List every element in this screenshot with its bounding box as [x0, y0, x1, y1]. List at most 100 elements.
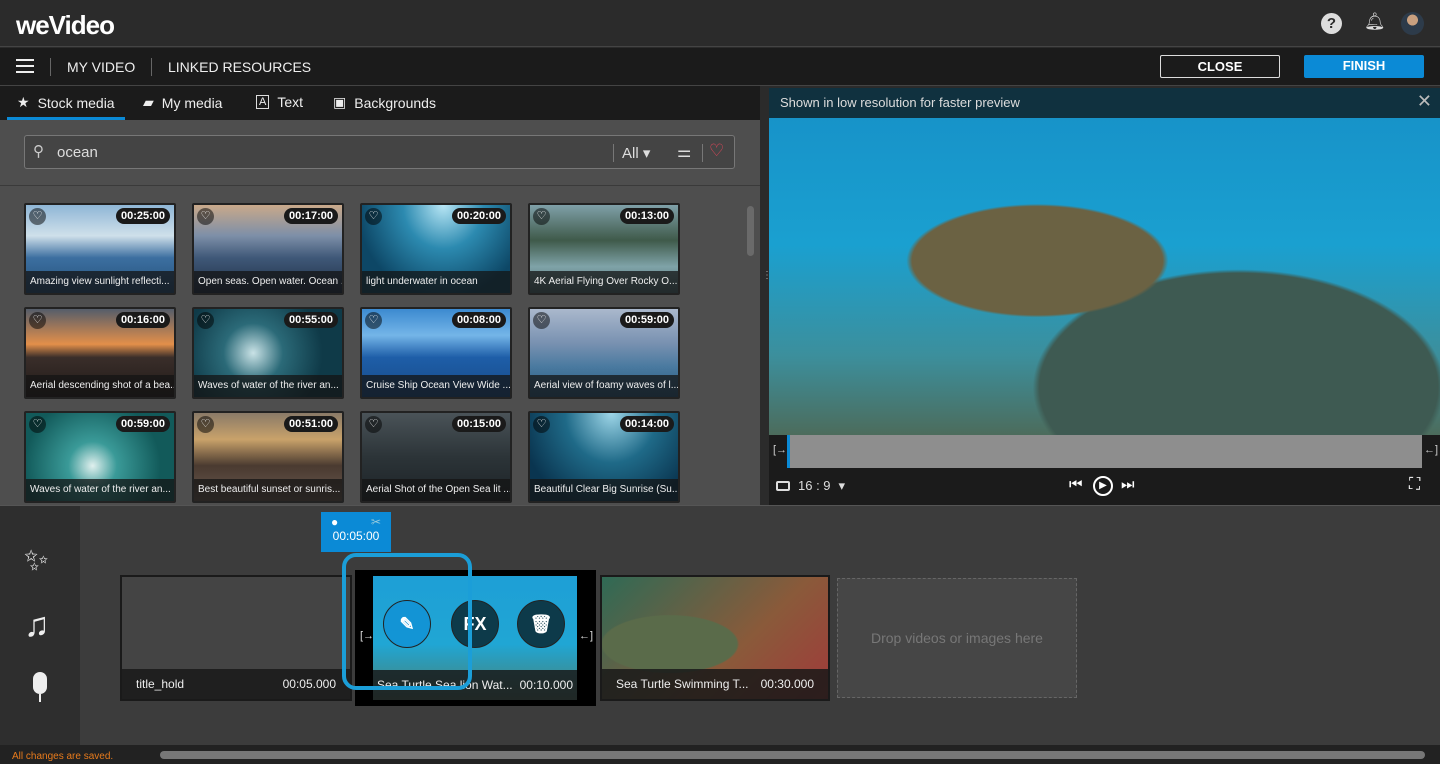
- heart-icon[interactable]: ♡: [365, 416, 382, 433]
- notice-text: Shown in low resolution for faster previ…: [780, 95, 1020, 110]
- wevideo-logo[interactable]: weVideo: [16, 10, 115, 41]
- media-thumbnail[interactable]: ♡ 00:25:00 Amazing view sunlight reflecti.…: [24, 203, 176, 295]
- media-title: Waves of water of the river an...: [194, 375, 342, 397]
- heart-icon[interactable]: ♡: [365, 208, 382, 225]
- duration-badge: 00:59:00: [619, 312, 674, 328]
- divider: [702, 144, 703, 162]
- clip-label: title_hold 00:05.000: [122, 669, 350, 699]
- favorites-heart-icon[interactable]: ♡: [709, 141, 724, 161]
- linked-resources-link[interactable]: LINKED RESOURCES: [168, 59, 311, 75]
- timeline-clip[interactable]: title_hold 00:05.000: [120, 575, 352, 701]
- panel-resize-handle[interactable]: ⋮: [762, 270, 772, 281]
- tab-stock-media[interactable]: ★ Stock media: [17, 94, 115, 111]
- duration-badge: 00:08:00: [451, 312, 506, 328]
- media-title: light underwater in ocean: [362, 271, 510, 293]
- media-thumbnail[interactable]: ♡ 00:59:00 Aerial view of foamy waves of l…: [528, 307, 680, 399]
- status-bar: All changes are saved.: [0, 745, 1440, 764]
- my-video-link[interactable]: MY VIDEO: [67, 59, 135, 75]
- duration-badge: 00:55:00: [283, 312, 338, 328]
- heart-icon[interactable]: ♡: [533, 208, 550, 225]
- media-thumbnail[interactable]: ♡ 00:17:00 Open seas. Open water. Ocean ..…: [192, 203, 344, 295]
- close-icon[interactable]: ✕: [1417, 91, 1432, 112]
- search-icon: ⚲: [33, 143, 44, 160]
- tab-my-media[interactable]: ▰ My media: [143, 94, 222, 111]
- heart-icon[interactable]: ♡: [29, 208, 46, 225]
- microphone-icon[interactable]: [30, 672, 50, 706]
- media-thumbnail[interactable]: ♡ 00:20:00 light underwater in ocean: [360, 203, 512, 295]
- heart-icon[interactable]: ♡: [365, 312, 382, 329]
- top-bar: weVideo ? 🔔︎: [0, 0, 1440, 47]
- media-title: Amazing view sunlight reflecti...: [26, 271, 174, 293]
- duration-badge: 00:51:00: [283, 416, 338, 432]
- media-thumbnail[interactable]: ♡ 00:14:00 Beautiful Clear Big Sunrise (Su…: [528, 411, 680, 503]
- nav-bar: MY VIDEO LINKED RESOURCES CLOSE FINISH: [0, 48, 1440, 86]
- duration-badge: 00:20:00: [451, 208, 506, 224]
- video-preview[interactable]: [769, 118, 1440, 435]
- preview-notice: Shown in low resolution for faster previ…: [769, 88, 1440, 118]
- heart-icon[interactable]: ♡: [29, 416, 46, 433]
- hamburger-menu-icon[interactable]: [16, 59, 34, 73]
- aspect-value: 16 : 9: [798, 478, 831, 493]
- heart-icon[interactable]: ♡: [197, 312, 214, 329]
- tab-text[interactable]: A Text: [256, 94, 303, 110]
- tab-label: Stock media: [37, 94, 115, 111]
- heart-icon[interactable]: ♡: [197, 416, 214, 433]
- timeline-scrollbar[interactable]: [160, 751, 1425, 759]
- media-thumbnail[interactable]: ♡ 00:08:00 Cruise Ship Ocean View Wide ...: [360, 307, 512, 399]
- playhead[interactable]: [787, 435, 790, 468]
- media-thumbnail[interactable]: ♡ 00:15:00 Aerial Shot of the Open Sea lit…: [360, 411, 512, 503]
- help-icon[interactable]: ?: [1321, 13, 1342, 34]
- media-title: Beautiful Clear Big Sunrise (Su...: [530, 479, 678, 501]
- clip-label: Sea Turtle Swimming T... 00:30.000: [602, 669, 828, 699]
- tab-backgrounds[interactable]: ▣ Backgrounds: [333, 94, 436, 111]
- heart-icon[interactable]: ♡: [533, 312, 550, 329]
- timeline-clip[interactable]: Sea Turtle Swimming T... 00:30.000: [600, 575, 830, 701]
- playhead-marker[interactable]: ● ✂ 00:05:00: [321, 512, 391, 552]
- media-thumbnail[interactable]: ♡ 00:51:00 Best beautiful sunset or sunris…: [192, 411, 344, 503]
- avatar[interactable]: [1401, 12, 1424, 35]
- aspect-ratio-dropdown[interactable]: 16 : 9 ▾: [776, 478, 845, 494]
- magic-wand-icon[interactable]: ✨︎: [24, 544, 49, 578]
- screen-icon: [776, 481, 790, 491]
- search-input[interactable]: ocean: [57, 144, 98, 161]
- timeline-sidebar: ✨︎ ♫: [0, 506, 80, 746]
- fullscreen-icon[interactable]: ⛶: [1409, 476, 1420, 494]
- timeline: ✨︎ ♫ ● ✂ 00:05:00 title_hold 00:05.000 Sea…: [0, 505, 1440, 746]
- media-thumbnail[interactable]: ♡ 00:13:00 4K Aerial Flying Over Rocky O..…: [528, 203, 680, 295]
- heart-icon[interactable]: ♡: [197, 208, 214, 225]
- media-title: Waves of water of the river an...: [26, 479, 174, 501]
- media-thumbnail[interactable]: ♡ 00:59:00 Waves of water of the river an.…: [24, 411, 176, 503]
- highlight-box: [342, 553, 472, 690]
- tab-label: Backgrounds: [354, 94, 436, 111]
- sliders-icon[interactable]: ⚌: [677, 142, 691, 162]
- media-thumbnail[interactable]: ♡ 00:16:00 Aerial descending shot of a bea…: [24, 307, 176, 399]
- media-thumbnail[interactable]: ♡ 00:55:00 Waves of water of the river an.…: [192, 307, 344, 399]
- bell-icon[interactable]: 🔔︎: [1364, 12, 1386, 32]
- scrubber[interactable]: [787, 435, 1422, 468]
- media-tabs: ★ Stock media ▰ My media A Text ▣ Background…: [0, 86, 760, 120]
- heart-icon[interactable]: ♡: [533, 416, 550, 433]
- trim-end-icon[interactable]: ←]: [1424, 444, 1438, 456]
- media-title: Cruise Ship Ocean View Wide ...: [362, 375, 510, 397]
- music-icon[interactable]: ♫: [24, 606, 50, 645]
- drop-zone[interactable]: Drop videos or images here: [837, 578, 1077, 698]
- trim-start-icon[interactable]: [→: [773, 444, 787, 456]
- finish-button[interactable]: FINISH: [1304, 55, 1424, 78]
- trim-end-icon[interactable]: ←]: [579, 630, 593, 642]
- scissors-icon[interactable]: ✂: [371, 515, 381, 529]
- filter-dropdown[interactable]: All ▾: [622, 144, 650, 162]
- duration-badge: 00:25:00: [115, 208, 170, 224]
- play-icon[interactable]: ▶: [1093, 476, 1113, 496]
- skip-forward-icon[interactable]: ⏭︎: [1121, 476, 1135, 493]
- duration-badge: 00:16:00: [115, 312, 170, 328]
- save-status: All changes are saved.: [12, 751, 114, 762]
- image-icon: ▣: [333, 94, 347, 110]
- skip-back-icon[interactable]: ⏮︎: [1069, 476, 1083, 493]
- heart-icon[interactable]: ♡: [29, 312, 46, 329]
- location-pin-icon: ●: [331, 515, 339, 529]
- scrollbar[interactable]: [747, 206, 754, 256]
- close-button[interactable]: CLOSE: [1160, 55, 1280, 78]
- duration-badge: 00:15:00: [451, 416, 506, 432]
- trash-icon[interactable]: 🗑︎: [517, 600, 565, 648]
- search-box: ⚲ ocean All ▾ ⚌ ♡: [24, 135, 735, 169]
